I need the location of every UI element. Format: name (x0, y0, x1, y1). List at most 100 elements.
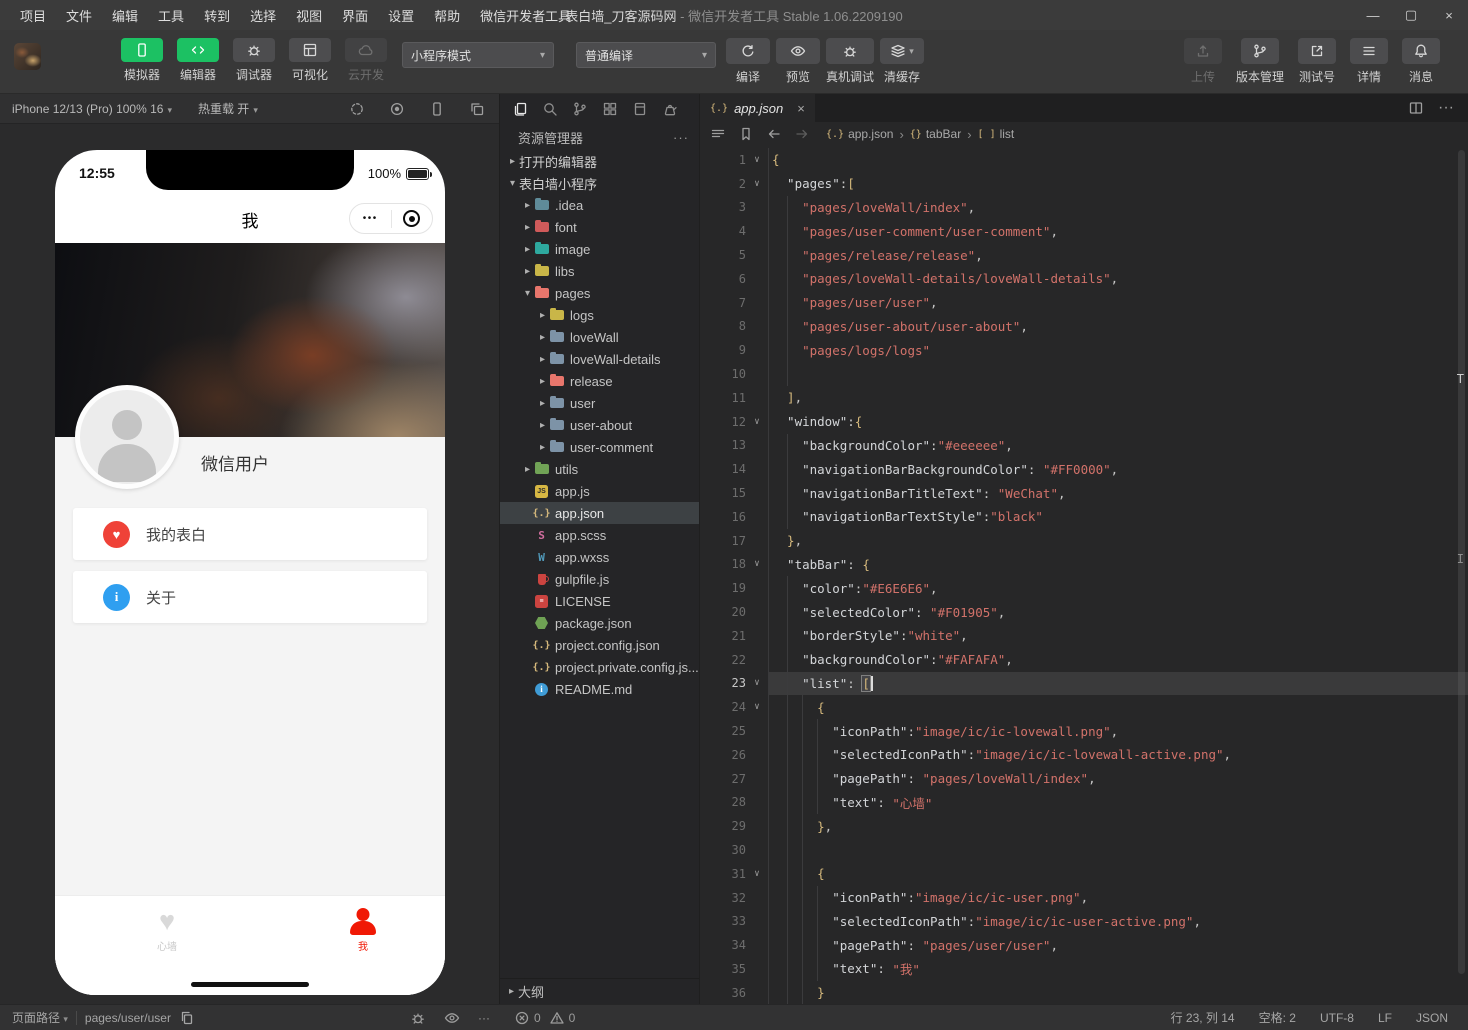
tree-item-app.json[interactable]: {.}app.json (500, 502, 699, 524)
avatar[interactable] (75, 385, 179, 489)
tree-item-user-about[interactable]: ▸user-about (500, 414, 699, 436)
tree-section-打开的编辑器[interactable]: ▸打开的编辑器 (500, 150, 699, 172)
mode-button-模拟器[interactable]: 模拟器 (118, 38, 166, 83)
code-line-25[interactable]: 25 "iconPath":"image/ic/ic-lovewall.png"… (700, 719, 1468, 743)
code-line-32[interactable]: 32 "iconPath":"image/ic/ic-user.png", (700, 886, 1468, 910)
code-line-6[interactable]: 6 "pages/loveWall-details/loveWall-detai… (700, 267, 1468, 291)
tree-item-loveWall-details[interactable]: ▸loveWall-details (500, 348, 699, 370)
toolbar-button-详情[interactable]: 详情 (1350, 38, 1388, 85)
mode-button-云开发[interactable]: 云开发 (342, 38, 390, 83)
device-select[interactable]: iPhone 12/13 (Pro) 100% 16▾ (12, 102, 172, 116)
status-item[interactable]: 行 23, 列 14 (1171, 1009, 1235, 1026)
mode-button-可视化[interactable]: 可视化 (286, 38, 334, 83)
files-icon[interactable] (512, 101, 528, 117)
tree-item-project.config.json[interactable]: {.}project.config.json (500, 634, 699, 656)
status-item[interactable]: JSON (1416, 1011, 1448, 1025)
editor-more-icon[interactable]: ··· (1438, 99, 1454, 117)
menu-选择[interactable]: 选择 (240, 6, 286, 25)
debug-icon[interactable] (410, 1010, 426, 1026)
action-button-编译[interactable]: 编译 (726, 38, 770, 85)
tree-item-app.js[interactable]: JSapp.js (500, 480, 699, 502)
code-line-15[interactable]: 15 "navigationBarTitleText": "WeChat", (700, 481, 1468, 505)
outline-section[interactable]: ▸ 大纲 (500, 978, 699, 1004)
fold-chevron-icon[interactable]: ∨ (746, 702, 768, 712)
source-control-icon[interactable] (572, 101, 588, 117)
toolbar-button-消息[interactable]: 消息 (1402, 38, 1440, 85)
mode-button-编辑器[interactable]: 编辑器 (174, 38, 222, 83)
menu-card-关于[interactable]: i关于 (73, 571, 427, 623)
code-line-1[interactable]: 1∨{ (700, 148, 1468, 172)
code-line-3[interactable]: 3 "pages/loveWall/index", (700, 196, 1468, 220)
user-avatar[interactable] (14, 43, 41, 70)
fold-chevron-icon[interactable]: ∨ (746, 155, 768, 165)
code-line-26[interactable]: 26 "selectedIconPath":"image/ic/ic-lovew… (700, 743, 1468, 767)
detach-window-icon[interactable] (469, 101, 485, 117)
code-line-13[interactable]: 13 "backgroundColor":"#eeeeee", (700, 434, 1468, 458)
menu-界面[interactable]: 界面 (332, 6, 378, 25)
code-line-2[interactable]: 2∨ "pages":[ (700, 172, 1468, 196)
tree-item-image[interactable]: ▸image (500, 238, 699, 260)
record-icon[interactable] (389, 101, 405, 117)
tree-item-libs[interactable]: ▸libs (500, 260, 699, 282)
code-line-12[interactable]: 12∨ "window":{ (700, 410, 1468, 434)
status-item[interactable]: UTF-8 (1320, 1011, 1354, 1025)
fold-chevron-icon[interactable]: ∨ (746, 179, 768, 189)
mode-button-调试器[interactable]: 调试器 (230, 38, 278, 83)
code-line-20[interactable]: 20 "selectedColor": "#F01905", (700, 600, 1468, 624)
code-line-35[interactable]: 35 "text": "我" (700, 957, 1468, 981)
code-line-33[interactable]: 33 "selectedIconPath":"image/ic/ic-user-… (700, 910, 1468, 934)
fold-chevron-icon[interactable]: ∨ (746, 869, 768, 879)
phone-tab-心墙[interactable]: ♥心墙 (127, 908, 207, 953)
code-line-5[interactable]: 5 "pages/release/release", (700, 243, 1468, 267)
code-line-18[interactable]: 18∨ "tabBar": { (700, 553, 1468, 577)
code-line-4[interactable]: 4 "pages/user-comment/user-comment", (700, 219, 1468, 243)
tree-item-utils[interactable]: ▸utils (500, 458, 699, 480)
toolbar-button-上传[interactable]: 上传 (1184, 38, 1222, 85)
tree-item-gulpfile.js[interactable]: gulpfile.js (500, 568, 699, 590)
code-line-30[interactable]: 30 (700, 838, 1468, 862)
breadcrumb-item-list[interactable]: [ ]list (978, 127, 1015, 141)
device-frame-icon[interactable] (429, 101, 445, 117)
maximize-button[interactable]: ▢ (1392, 0, 1430, 30)
exit-target-icon[interactable] (392, 210, 433, 227)
phone-tab-我[interactable]: 我 (323, 908, 403, 953)
close-tab-icon[interactable]: × (797, 101, 805, 116)
minimize-button[interactable]: — (1354, 0, 1392, 30)
action-button-预览[interactable]: 预览 (776, 38, 820, 85)
tree-section-表白墙小程序[interactable]: ▾表白墙小程序 (500, 172, 699, 194)
mode-select[interactable]: 小程序模式 ▾ (402, 42, 554, 68)
tree-item-README.md[interactable]: iREADME.md (500, 678, 699, 700)
tree-item-pages[interactable]: ▾pages (500, 282, 699, 304)
tree-item-LICENSE[interactable]: ≡LICENSE (500, 590, 699, 612)
tree-item-app.wxss[interactable]: Wapp.wxss (500, 546, 699, 568)
more-actions-icon[interactable]: ··· (673, 130, 689, 145)
compile-select[interactable]: 普通编译 ▾ (576, 42, 716, 68)
code-line-23[interactable]: 23∨ "list": [ (700, 672, 1468, 696)
menu-编辑[interactable]: 编辑 (102, 6, 148, 25)
teapot-icon[interactable] (662, 101, 678, 117)
back-arrow-icon[interactable] (766, 126, 782, 142)
problems-indicator[interactable]: 0 0 (514, 1010, 575, 1026)
code-line-16[interactable]: 16 "navigationBarTextStyle":"black" (700, 505, 1468, 529)
code-line-22[interactable]: 22 "backgroundColor":"#FAFAFA", (700, 648, 1468, 672)
file-box-icon[interactable] (632, 101, 648, 117)
menu-设置[interactable]: 设置 (378, 6, 424, 25)
status-item[interactable]: 空格: 2 (1259, 1009, 1296, 1026)
action-button-真机调试[interactable]: 真机调试 (826, 38, 874, 85)
bookmark-icon[interactable] (738, 126, 754, 142)
code-line-10[interactable]: 10 (700, 362, 1468, 386)
fold-chevron-icon[interactable]: ∨ (746, 417, 768, 427)
code-line-14[interactable]: 14 "navigationBarBackgroundColor": "#FF0… (700, 457, 1468, 481)
code-line-8[interactable]: 8 "pages/user-about/user-about", (700, 315, 1468, 339)
search-icon[interactable] (542, 101, 558, 117)
loader-icon[interactable] (349, 101, 365, 117)
menu-转到[interactable]: 转到 (194, 6, 240, 25)
tab-app-json[interactable]: {.} app.json × (700, 94, 815, 122)
page-path-label[interactable]: 页面路径 ▾ (12, 1009, 68, 1026)
code-line-24[interactable]: 24∨ { (700, 695, 1468, 719)
tree-item-release[interactable]: ▸release (500, 370, 699, 392)
toolbar-button-版本管理[interactable]: 版本管理 (1236, 38, 1284, 85)
tree-item-font[interactable]: ▸font (500, 216, 699, 238)
code-editor[interactable]: 1∨{2∨ "pages":[3 "pages/loveWall/index",… (700, 146, 1468, 1004)
code-line-29[interactable]: 29 }, (700, 814, 1468, 838)
